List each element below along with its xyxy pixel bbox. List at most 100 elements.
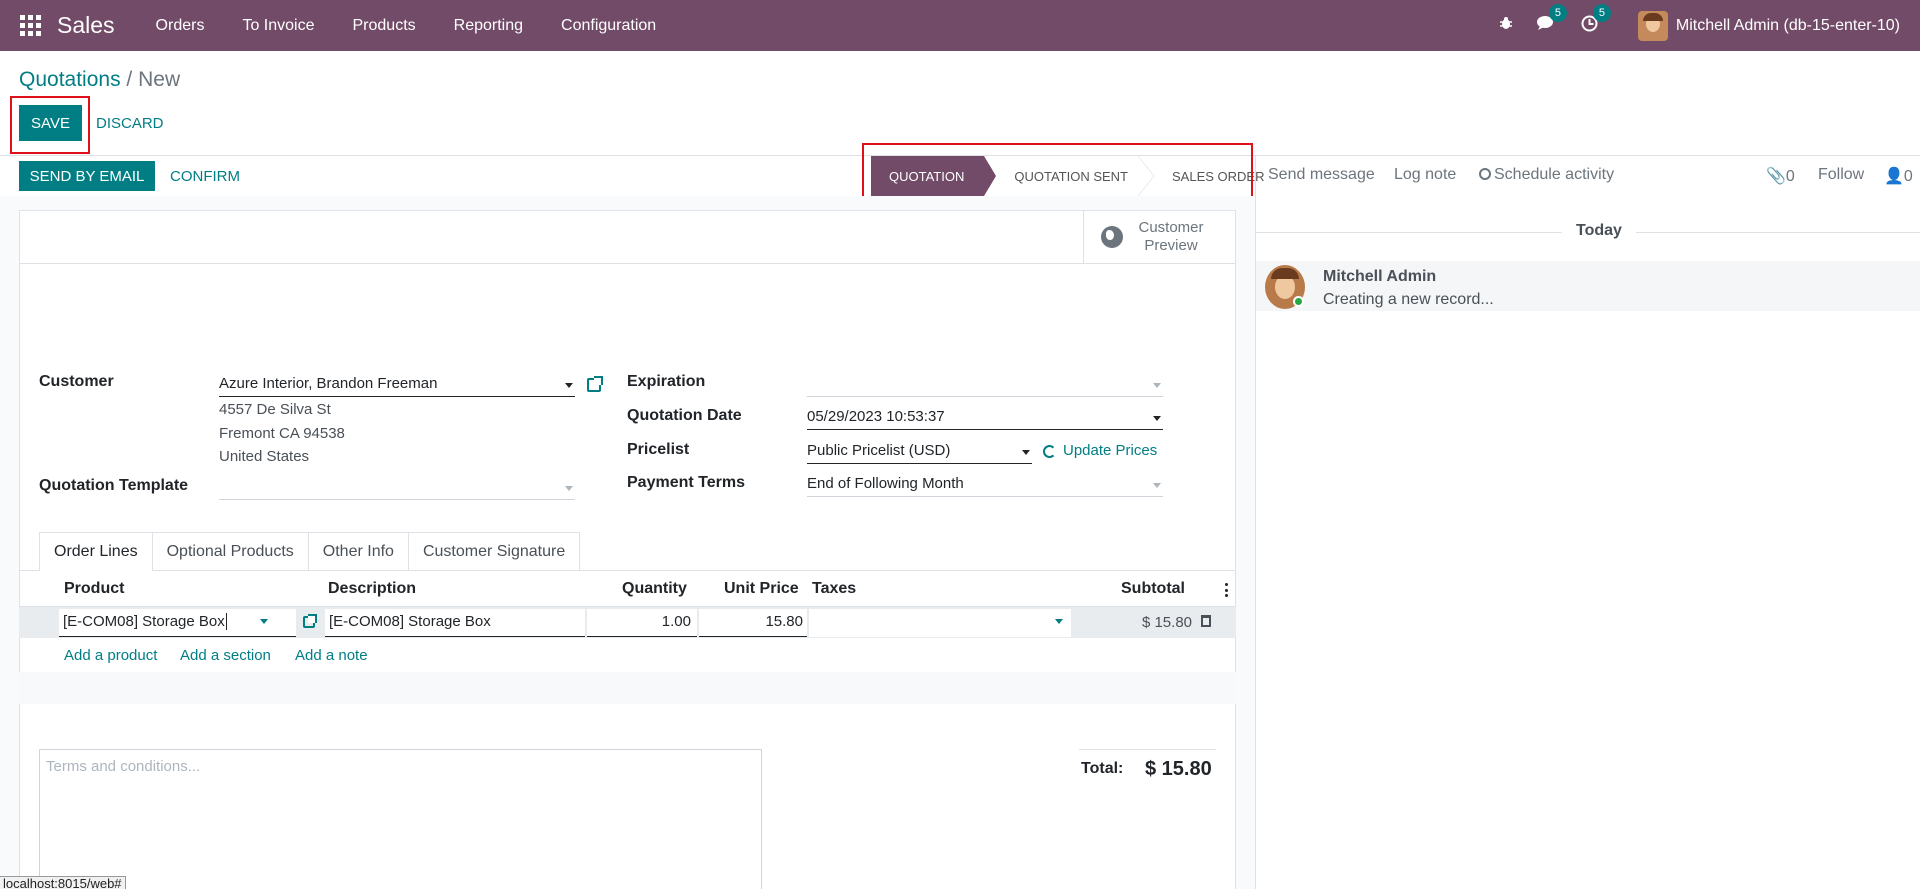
app-brand[interactable]: Sales xyxy=(57,12,115,39)
menu-products[interactable]: Products xyxy=(334,17,435,35)
breadcrumb: Quotations / New xyxy=(19,68,180,92)
chevron-down-icon xyxy=(1022,450,1030,455)
send-by-email-button[interactable]: SEND BY EMAIL xyxy=(19,161,155,191)
add-note-link[interactable]: Add a note xyxy=(295,647,368,664)
date-separator: Today xyxy=(1562,222,1636,240)
payment-terms-field[interactable]: End of Following Month xyxy=(807,473,1163,497)
log-note-button[interactable]: Log note xyxy=(1394,166,1456,184)
clock-icon xyxy=(1479,168,1491,180)
tab-optional-products[interactable]: Optional Products xyxy=(151,532,309,570)
refresh-icon[interactable] xyxy=(1043,445,1056,458)
taxes-input[interactable] xyxy=(809,609,1071,637)
column-quantity[interactable]: Quantity xyxy=(622,580,687,598)
customer-field[interactable]: Azure Interior, Brandon Freeman xyxy=(219,373,575,397)
notebook-tabs: Order Lines Optional Products Other Info… xyxy=(39,532,581,571)
quotation-date-field[interactable]: 05/29/2023 10:53:37 xyxy=(807,406,1163,430)
tab-customer-signature[interactable]: Customer Signature xyxy=(407,532,581,570)
total-label: Total: xyxy=(1081,760,1124,777)
followers-button[interactable]: 👤0 xyxy=(1884,166,1913,186)
user-icon: 👤 xyxy=(1884,168,1904,185)
send-message-button[interactable]: Send message xyxy=(1268,166,1375,184)
column-subtotal[interactable]: Subtotal xyxy=(1121,580,1185,598)
navbar-systray: 5 5 Mitchell Admin (db-15-enter-10) xyxy=(1475,0,1900,51)
terms-textarea[interactable]: Terms and conditions... xyxy=(39,749,762,889)
subtotal-value: $ 15.80 xyxy=(1141,614,1192,631)
menu-orders[interactable]: Orders xyxy=(137,17,224,35)
apps-menu-icon[interactable] xyxy=(20,14,42,37)
quantity-input[interactable]: 1.00 xyxy=(587,609,697,637)
expiration-label: Expiration xyxy=(627,373,706,390)
chevron-down-icon xyxy=(1153,416,1161,421)
messaging-icon[interactable]: 5 xyxy=(1536,4,1567,36)
messages-badge: 5 xyxy=(1548,4,1567,22)
menu-to-invoice[interactable]: To Invoice xyxy=(223,17,333,35)
activities-badge: 5 xyxy=(1592,3,1611,22)
trash-icon[interactable] xyxy=(1201,615,1211,627)
confirm-button[interactable]: CONFIRM xyxy=(170,161,240,191)
online-status-icon xyxy=(1293,296,1304,307)
highlight-save xyxy=(10,96,90,154)
user-avatar[interactable] xyxy=(1637,10,1668,41)
chevron-down-icon xyxy=(1153,483,1161,488)
address-city: Fremont CA 94538 xyxy=(219,425,345,442)
column-product[interactable]: Product xyxy=(64,580,124,598)
follow-button[interactable]: Follow xyxy=(1818,166,1864,184)
add-section-link[interactable]: Add a section xyxy=(180,647,271,664)
column-description[interactable]: Description xyxy=(328,580,416,598)
address-country: United States xyxy=(219,448,310,465)
button-box xyxy=(19,210,1236,264)
optional-columns-icon[interactable] xyxy=(1225,583,1229,597)
tab-order-lines[interactable]: Order Lines xyxy=(39,532,153,571)
tab-other-info[interactable]: Other Info xyxy=(307,532,409,570)
total-value: $ 15.80 xyxy=(1145,758,1212,780)
payment-terms-value: End of Following Month xyxy=(807,475,964,492)
breadcrumb-quotations[interactable]: Quotations xyxy=(19,68,121,91)
activity-clock-icon[interactable]: 5 xyxy=(1581,3,1611,37)
quotation-template-field[interactable] xyxy=(219,476,575,500)
paperclip-icon: 📎 xyxy=(1766,168,1786,185)
table-footer-band xyxy=(19,672,1236,704)
pricelist-label: Pricelist xyxy=(627,441,690,458)
attachments-count: 0 xyxy=(1785,168,1795,185)
column-taxes[interactable]: Taxes xyxy=(812,580,856,598)
discard-button[interactable]: DISCARD xyxy=(96,105,164,141)
tabs-underline xyxy=(19,570,1236,571)
chevron-down-icon xyxy=(565,383,573,388)
schedule-activity-label: Schedule activity xyxy=(1494,166,1615,183)
breadcrumb-separator: / xyxy=(126,68,133,91)
quotation-template-label: Quotation Template xyxy=(39,477,189,494)
menu-reporting[interactable]: Reporting xyxy=(435,17,542,35)
chevron-down-icon xyxy=(565,486,573,491)
pricelist-field[interactable]: Public Pricelist (USD) xyxy=(807,440,1032,464)
column-unit-price[interactable]: Unit Price xyxy=(724,580,799,598)
quotation-date-value: 05/29/2023 10:53:37 xyxy=(807,408,945,425)
description-input[interactable]: [E-COM08] Storage Box xyxy=(325,609,585,637)
message-body: Creating a new record... xyxy=(1323,291,1494,308)
external-link-icon[interactable] xyxy=(303,614,317,628)
customer-value: Azure Interior, Brandon Freeman xyxy=(219,375,438,392)
quotation-date-label: Quotation Date xyxy=(627,407,742,424)
product-value: [E-COM08] Storage Box xyxy=(63,613,225,630)
external-link-icon[interactable] xyxy=(587,376,603,392)
customer-preview-label: Customer Preview xyxy=(1138,219,1204,254)
total-divider xyxy=(1079,749,1216,750)
update-prices-button[interactable]: Update Prices xyxy=(1063,442,1157,459)
schedule-activity-button[interactable]: Schedule activity xyxy=(1479,166,1614,184)
user-menu[interactable]: Mitchell Admin (db-15-enter-10) xyxy=(1676,17,1900,35)
menu-configuration[interactable]: Configuration xyxy=(542,17,675,35)
customer-preview-button[interactable]: Customer Preview xyxy=(1083,211,1235,263)
followers-count: 0 xyxy=(1903,168,1913,185)
browser-status-url: localhost:8015/web# xyxy=(0,876,126,889)
unit-price-input[interactable]: 15.80 xyxy=(699,609,807,637)
attachments-button[interactable]: 📎0 xyxy=(1766,166,1795,186)
expiration-field[interactable] xyxy=(807,373,1163,397)
top-navbar: Sales Orders To Invoice Products Reporti… xyxy=(0,0,1920,51)
chevron-down-icon xyxy=(1153,383,1161,388)
add-product-link[interactable]: Add a product xyxy=(64,647,157,664)
debug-bug-icon[interactable] xyxy=(1499,16,1513,35)
product-input[interactable]: [E-COM08] Storage Box xyxy=(59,609,296,637)
customer-label: Customer xyxy=(39,373,114,390)
address-street: 4557 De Silva St xyxy=(219,401,331,418)
globe-icon xyxy=(1101,226,1123,248)
message-author[interactable]: Mitchell Admin xyxy=(1323,268,1436,286)
